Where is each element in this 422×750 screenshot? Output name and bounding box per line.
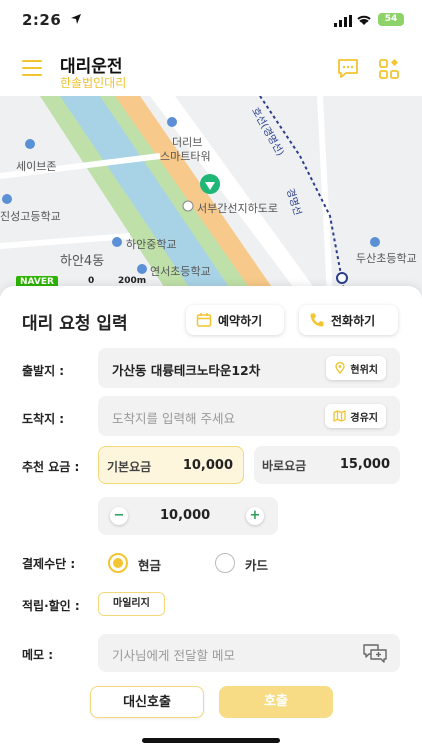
basic-fare-value: 10,000: [182, 458, 233, 473]
waypoint-label: 경유지: [350, 412, 378, 424]
map-label: 서부간선지하도로: [197, 202, 278, 215]
map-label: 세이브존: [16, 160, 57, 173]
destination-label: 도착지 :: [22, 412, 65, 426]
stepper-value: 10,000: [160, 508, 211, 523]
phone-call-button[interactable]: 전화하기: [299, 305, 398, 335]
basic-fare-option[interactable]: 기본요금 10,000: [98, 446, 244, 484]
map-label: 진성고등학교: [0, 210, 61, 223]
hamburger-menu-icon[interactable]: [22, 60, 42, 76]
reserve-label: 예약하기: [218, 313, 263, 328]
map-scale-start: 0: [88, 276, 95, 286]
status-time: 2:26: [22, 11, 62, 29]
origin-label: 출발지 :: [22, 364, 65, 378]
basic-fare-label: 기본요금: [107, 460, 152, 474]
phone-icon: [310, 313, 324, 327]
increase-fare-button[interactable]: +: [246, 507, 264, 525]
home-indicator: [142, 738, 280, 743]
app-subtitle: 한솔법인대리: [60, 76, 127, 90]
map-scale-end: 200m: [118, 276, 147, 286]
waypoint-button[interactable]: 경유지: [325, 404, 386, 428]
map-label: 연서초등학교: [150, 265, 211, 278]
destination-field[interactable]: 도착지를 입력해 주세요 경유지: [98, 396, 400, 436]
battery-indicator: 54: [378, 13, 404, 26]
location-arrow-icon: [71, 14, 81, 24]
instant-fare-option[interactable]: 바로요금 15,000: [254, 446, 400, 484]
phone-call-label: 전화하기: [331, 313, 376, 328]
destination-placeholder: 도착지를 입력해 주세요: [112, 411, 235, 426]
memo-field[interactable]: 기사님에게 전달할 메모: [98, 634, 400, 672]
mileage-button[interactable]: 마일리지: [98, 592, 165, 616]
card-option-label[interactable]: 카드: [245, 555, 268, 574]
location-pin-icon: [335, 362, 346, 374]
form-title: 대리 요청 입력: [22, 314, 128, 334]
fare-label: 추천 요금 :: [22, 460, 80, 474]
apps-grid-icon[interactable]: [378, 58, 402, 80]
calendar-icon: [196, 313, 212, 327]
card-radio[interactable]: [215, 553, 235, 573]
status-bar: 2:26 54: [0, 0, 422, 44]
map-label: 두산초등학교: [356, 252, 417, 265]
reserve-button[interactable]: 예약하기: [186, 305, 284, 335]
app-header: 대리운전 한솔법인대리: [0, 44, 422, 96]
origin-field[interactable]: 가산동 대륭테크노타운12차 현위치: [98, 348, 400, 388]
instant-fare-value: 15,000: [339, 457, 390, 472]
payment-label: 결제수단 :: [22, 557, 76, 571]
map-view[interactable]: 세이브존 진성고등학교 하안4동 더리브 스마트타워 서부간선지하도로 하안중학…: [0, 96, 422, 296]
cellular-signal-icon: [334, 15, 352, 27]
current-location-button[interactable]: 현위치: [326, 356, 386, 380]
fare-stepper: − 10,000 +: [98, 497, 278, 535]
add-message-icon[interactable]: [362, 643, 388, 663]
chat-icon[interactable]: [336, 58, 360, 80]
current-location-label: 현위치: [350, 364, 378, 376]
map-icon: [333, 410, 347, 422]
decrease-fare-button[interactable]: −: [110, 507, 128, 525]
map-label: 스마트타워: [160, 150, 211, 163]
wifi-icon: [357, 15, 371, 25]
origin-value: 가산동 대륭테크노타운12차: [112, 363, 261, 378]
memo-placeholder: 기사님에게 전달할 메모: [112, 648, 235, 663]
map-label: 하안중학교: [126, 238, 177, 251]
call-button[interactable]: 호출: [219, 686, 333, 718]
memo-label: 메모 :: [22, 648, 54, 662]
cash-radio[interactable]: [108, 553, 128, 573]
map-label: 하안4동: [60, 254, 105, 269]
points-label: 적립·할인 :: [22, 599, 80, 613]
request-form-sheet: 대리 요청 입력 예약하기 전화하기 출발지 : 가산동 대륭테크노타운12차 …: [0, 286, 422, 750]
proxy-call-button[interactable]: 대신호출: [90, 686, 204, 718]
instant-fare-label: 바로요금: [262, 459, 307, 473]
cash-option-label[interactable]: 현금: [138, 555, 161, 574]
